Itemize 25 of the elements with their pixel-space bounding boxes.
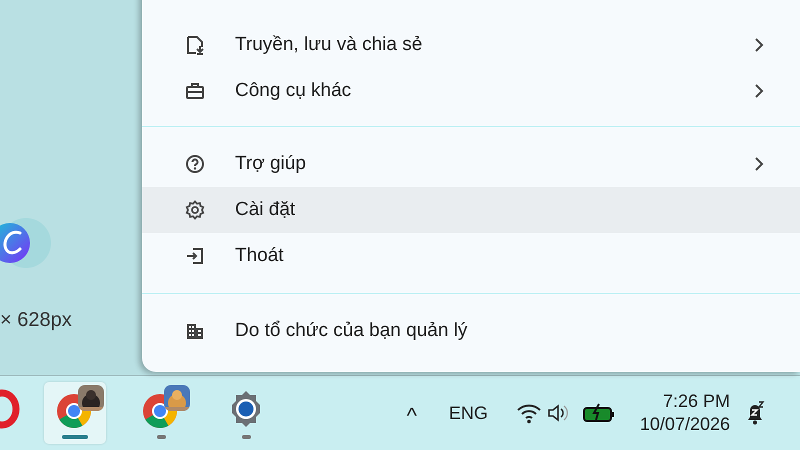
menu-item[interactable]: Thoát bbox=[142, 233, 800, 279]
chevron-right-icon bbox=[754, 156, 764, 172]
opera-logo-icon bbox=[0, 387, 20, 431]
building-icon bbox=[185, 321, 205, 341]
file-download-icon bbox=[185, 35, 205, 55]
menu-item[interactable]: Cài đặt bbox=[142, 187, 800, 233]
settings-icon bbox=[185, 200, 205, 220]
menu-item[interactable]: Công cụ khác bbox=[142, 68, 800, 114]
clock[interactable]: 7:26 PM 10/07/2026 bbox=[640, 390, 730, 436]
show-hidden-icons-button[interactable]: ^ bbox=[406, 403, 417, 429]
chevron-right-icon bbox=[754, 83, 764, 99]
wifi-icon[interactable] bbox=[516, 402, 542, 424]
size-text: × 628px bbox=[0, 309, 73, 332]
menu-item[interactable]: Trợ giúp bbox=[142, 141, 800, 187]
menu-item[interactable]: Truyền, lưu và chia sẻ bbox=[142, 22, 800, 68]
app-logo-icon bbox=[0, 217, 52, 269]
taskbar-app[interactable] bbox=[44, 382, 106, 444]
volume-icon[interactable] bbox=[546, 402, 570, 424]
exit-icon bbox=[185, 246, 205, 266]
help-icon bbox=[185, 154, 205, 174]
language-indicator[interactable]: ENG bbox=[448, 402, 488, 424]
toolbox-icon bbox=[185, 81, 205, 101]
battery-charging-icon[interactable] bbox=[582, 402, 616, 424]
menu-item[interactable]: Do tổ chức của bạn quản lý bbox=[142, 308, 800, 354]
chevron-right-icon bbox=[754, 37, 764, 53]
